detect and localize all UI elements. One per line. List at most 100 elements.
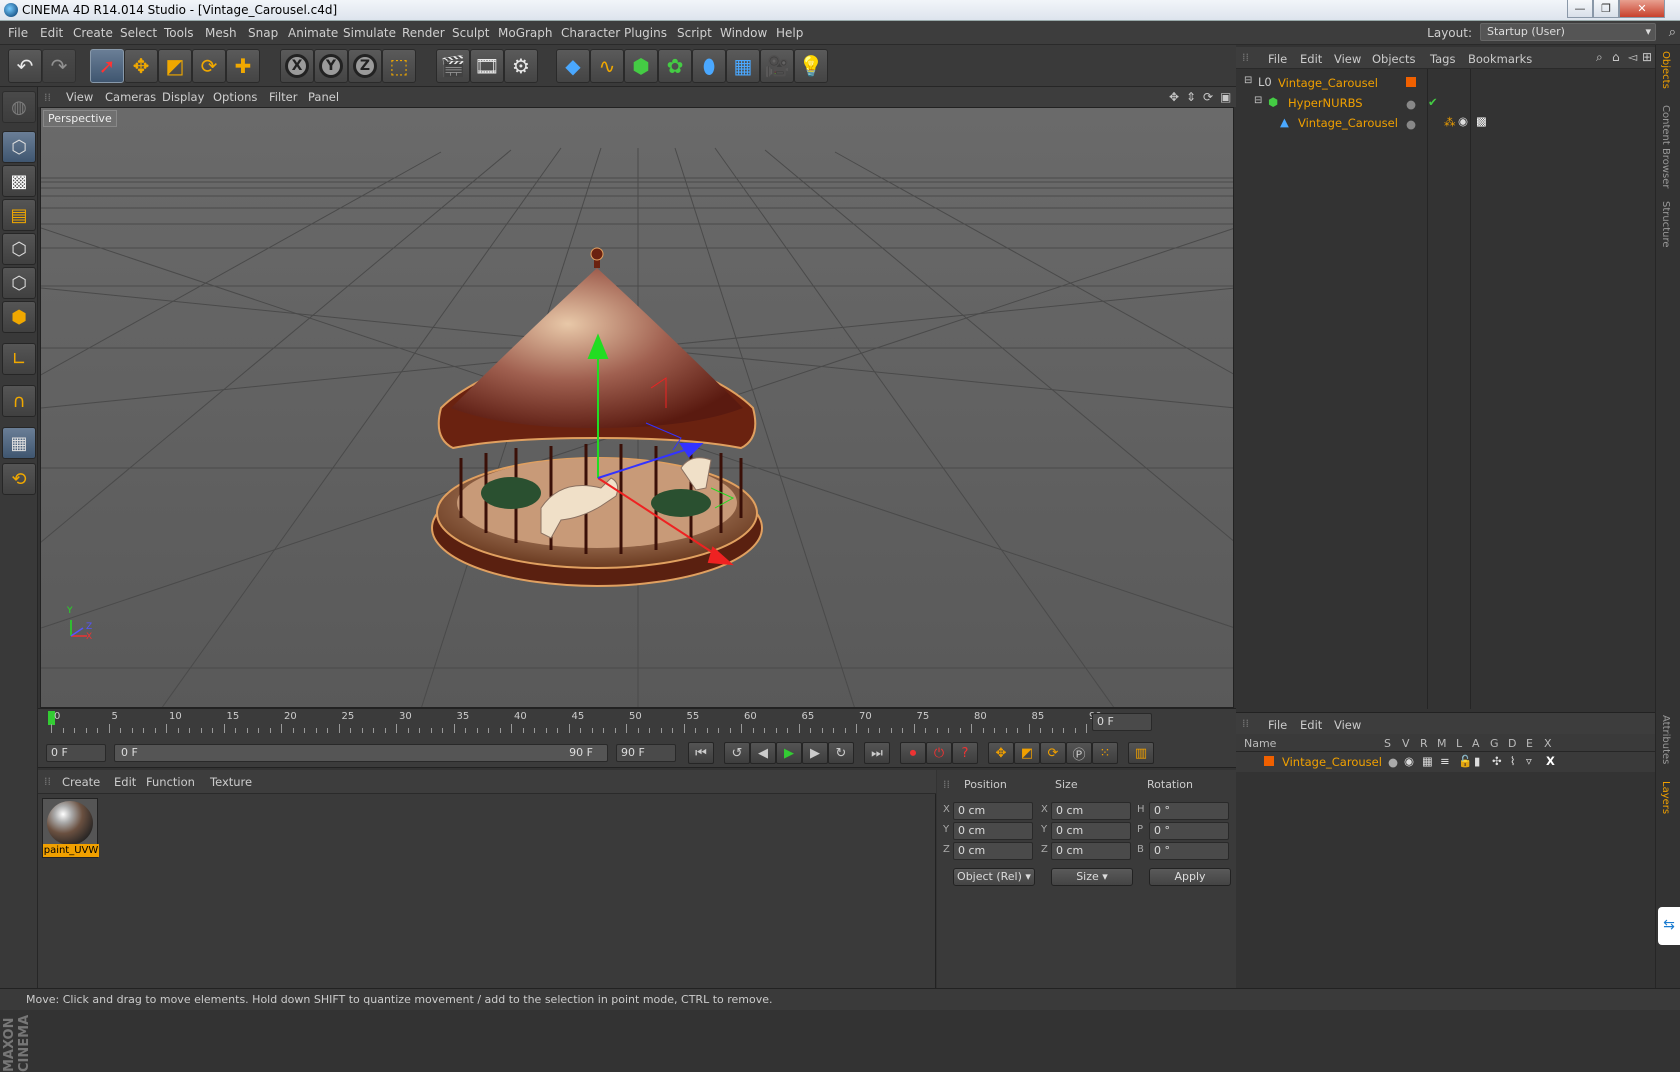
perspective-viewport[interactable]: Perspective Y Z X [40,107,1234,708]
add-cube-button[interactable]: ◆ [556,49,590,83]
menu-simulate[interactable]: Simulate [343,26,396,40]
animation-icon[interactable]: ▮ [1474,754,1480,768]
soft-selection-button[interactable]: ⟲ [2,463,36,495]
object-menu-file[interactable]: File [1268,52,1287,66]
solo-icon[interactable]: ● [1388,755,1398,769]
tab-content-browser[interactable]: Content Browser [1660,105,1671,188]
frame-range-slider[interactable]: 0 F 90 F [114,744,608,762]
record-keys-button[interactable]: ⏺ [900,742,926,764]
render-view-button[interactable]: 🎬 [436,49,470,83]
generator-icon[interactable]: ✣ [1492,754,1502,768]
snap-button[interactable]: ∩ [2,385,36,417]
go-to-previous-key-button[interactable]: ↺ [724,742,750,764]
menu-mesh[interactable]: Mesh [205,26,237,40]
menu-character[interactable]: Character [561,26,620,40]
expression-icon[interactable]: ▿ [1526,754,1532,768]
column-generators[interactable]: G [1490,737,1499,750]
position-x-field[interactable]: 0 cm [953,802,1033,820]
menu-sculpt[interactable]: Sculpt [452,26,489,40]
menu-help[interactable]: Help [776,26,803,40]
menu-file[interactable]: File [8,26,28,40]
material-menu-create[interactable]: Create [62,775,100,789]
enabled-check-icon[interactable]: ✔ [1428,95,1438,109]
rotation-h-field[interactable]: 0 ° [1149,802,1229,820]
viewport-zoom-icon[interactable]: ⇕ [1186,90,1196,104]
layer-menu-file[interactable]: File [1268,718,1287,732]
menu-create[interactable]: Create [73,26,113,40]
tab-layers[interactable]: Layers [1660,781,1671,814]
maximize-button[interactable]: ❐ [1593,0,1619,18]
lock-icon[interactable]: 🔓 [1458,754,1472,768]
move-tool-button[interactable]: ✥ [124,49,158,83]
go-to-end-button[interactable]: ⏭ [864,742,890,764]
close-button[interactable]: ✕ [1619,0,1665,18]
edges-mode-button[interactable]: ⬡ [2,267,36,299]
menu-tools[interactable]: Tools [164,26,194,40]
menu-snap[interactable]: Snap [248,26,278,40]
menu-animate[interactable]: Animate [288,26,338,40]
size-y-field[interactable]: 0 cm [1051,822,1131,840]
menu-edit[interactable]: Edit [40,26,63,40]
position-z-field[interactable]: 0 cm [953,842,1033,860]
remote-assist-icon[interactable]: ⇆ [1658,907,1680,945]
make-editable-button[interactable]: ◍ [2,91,36,123]
layer-menu-view[interactable]: View [1334,718,1361,732]
column-name[interactable]: Name [1244,737,1276,750]
x-axis-lock-button[interactable]: X [280,49,314,83]
object-name-hypernurbs[interactable]: HyperNURBS [1288,96,1363,110]
menu-script[interactable]: Script [677,26,712,40]
key-parameter-button[interactable]: Ⓟ [1066,742,1092,764]
column-deformers[interactable]: D [1508,737,1516,750]
play-forward-button[interactable]: ▶ [776,742,802,764]
column-animation[interactable]: A [1472,737,1480,750]
object-menu-objects[interactable]: Objects [1372,52,1415,66]
key-scale-button[interactable]: ◩ [1014,742,1040,764]
tab-structure[interactable]: Structure [1660,201,1671,248]
layer-color-swatch[interactable] [1264,756,1274,766]
viewport-menu-filter[interactable]: Filter [269,90,297,104]
column-solo[interactable]: S [1384,737,1391,750]
material-menu-texture[interactable]: Texture [210,775,252,789]
object-menu-edit[interactable]: Edit [1300,52,1322,66]
size-x-field[interactable]: 0 cm [1051,802,1131,820]
z-axis-lock-button[interactable]: Z [348,49,382,83]
material-menu-edit[interactable]: Edit [114,775,136,789]
column-expressions[interactable]: E [1526,737,1533,750]
rotation-b-field[interactable]: 0 ° [1149,842,1229,860]
collapse-icon[interactable]: ⊟ [1254,95,1262,106]
add-spline-button[interactable]: ∿ [590,49,624,83]
viewport-pan-icon[interactable]: ✥ [1169,90,1179,104]
tree-row[interactable]: ⊟ ⬢ HyperNURBS ● ✔ [1236,93,1655,113]
end-frame-field[interactable]: 90 F [616,744,676,762]
tree-row[interactable]: ▲ Vintage_Carousel ● ⁂ ◉ ▩ [1236,113,1655,133]
layer-menu-edit[interactable]: Edit [1300,718,1322,732]
redo-button[interactable]: ↷ [42,49,76,83]
object-name-root[interactable]: Vintage_Carousel [1278,76,1378,90]
back-icon[interactable]: ◅ [1628,50,1637,64]
timeline-window-button[interactable]: ▥ [1128,742,1154,764]
polygons-mode-button[interactable]: ⬢ [2,301,36,333]
search-icon[interactable]: ⌕ [1669,25,1676,40]
viewport-menu-options[interactable]: Options [213,90,257,104]
key-rotation-button[interactable]: ⟳ [1040,742,1066,764]
y-axis-lock-button[interactable]: Y [314,49,348,83]
viewport-maximize-icon[interactable]: ▣ [1220,90,1231,104]
axis-mode-button[interactable]: ∟ [2,343,36,375]
object-menu-bookmarks[interactable]: Bookmarks [1468,52,1532,66]
viewport-menu-view[interactable]: View [66,90,93,104]
next-frame-button[interactable]: ▶ [802,742,828,764]
viewport-rotate-icon[interactable]: ⟳ [1203,90,1213,104]
model-mode-button[interactable]: ⬡ [2,131,36,163]
search-icon[interactable]: ⌕ [1596,50,1603,65]
workplane-mode-button[interactable]: ▤ [2,199,36,231]
key-pla-button[interactable]: ⁙ [1092,742,1118,764]
material-tag-icon[interactable]: ◉ [1458,114,1468,128]
object-menu-view[interactable]: View [1334,52,1361,66]
points-mode-button[interactable]: ⬡ [2,233,36,265]
go-to-start-button[interactable]: ⏮ [688,742,714,764]
column-visible[interactable]: V [1402,737,1410,750]
column-manager[interactable]: M [1437,737,1447,750]
visibility-dot-icon[interactable]: ● [1406,97,1416,111]
go-to-next-key-button[interactable]: ↻ [828,742,854,764]
render-picture-viewer-button[interactable]: 🎞 [470,49,504,83]
